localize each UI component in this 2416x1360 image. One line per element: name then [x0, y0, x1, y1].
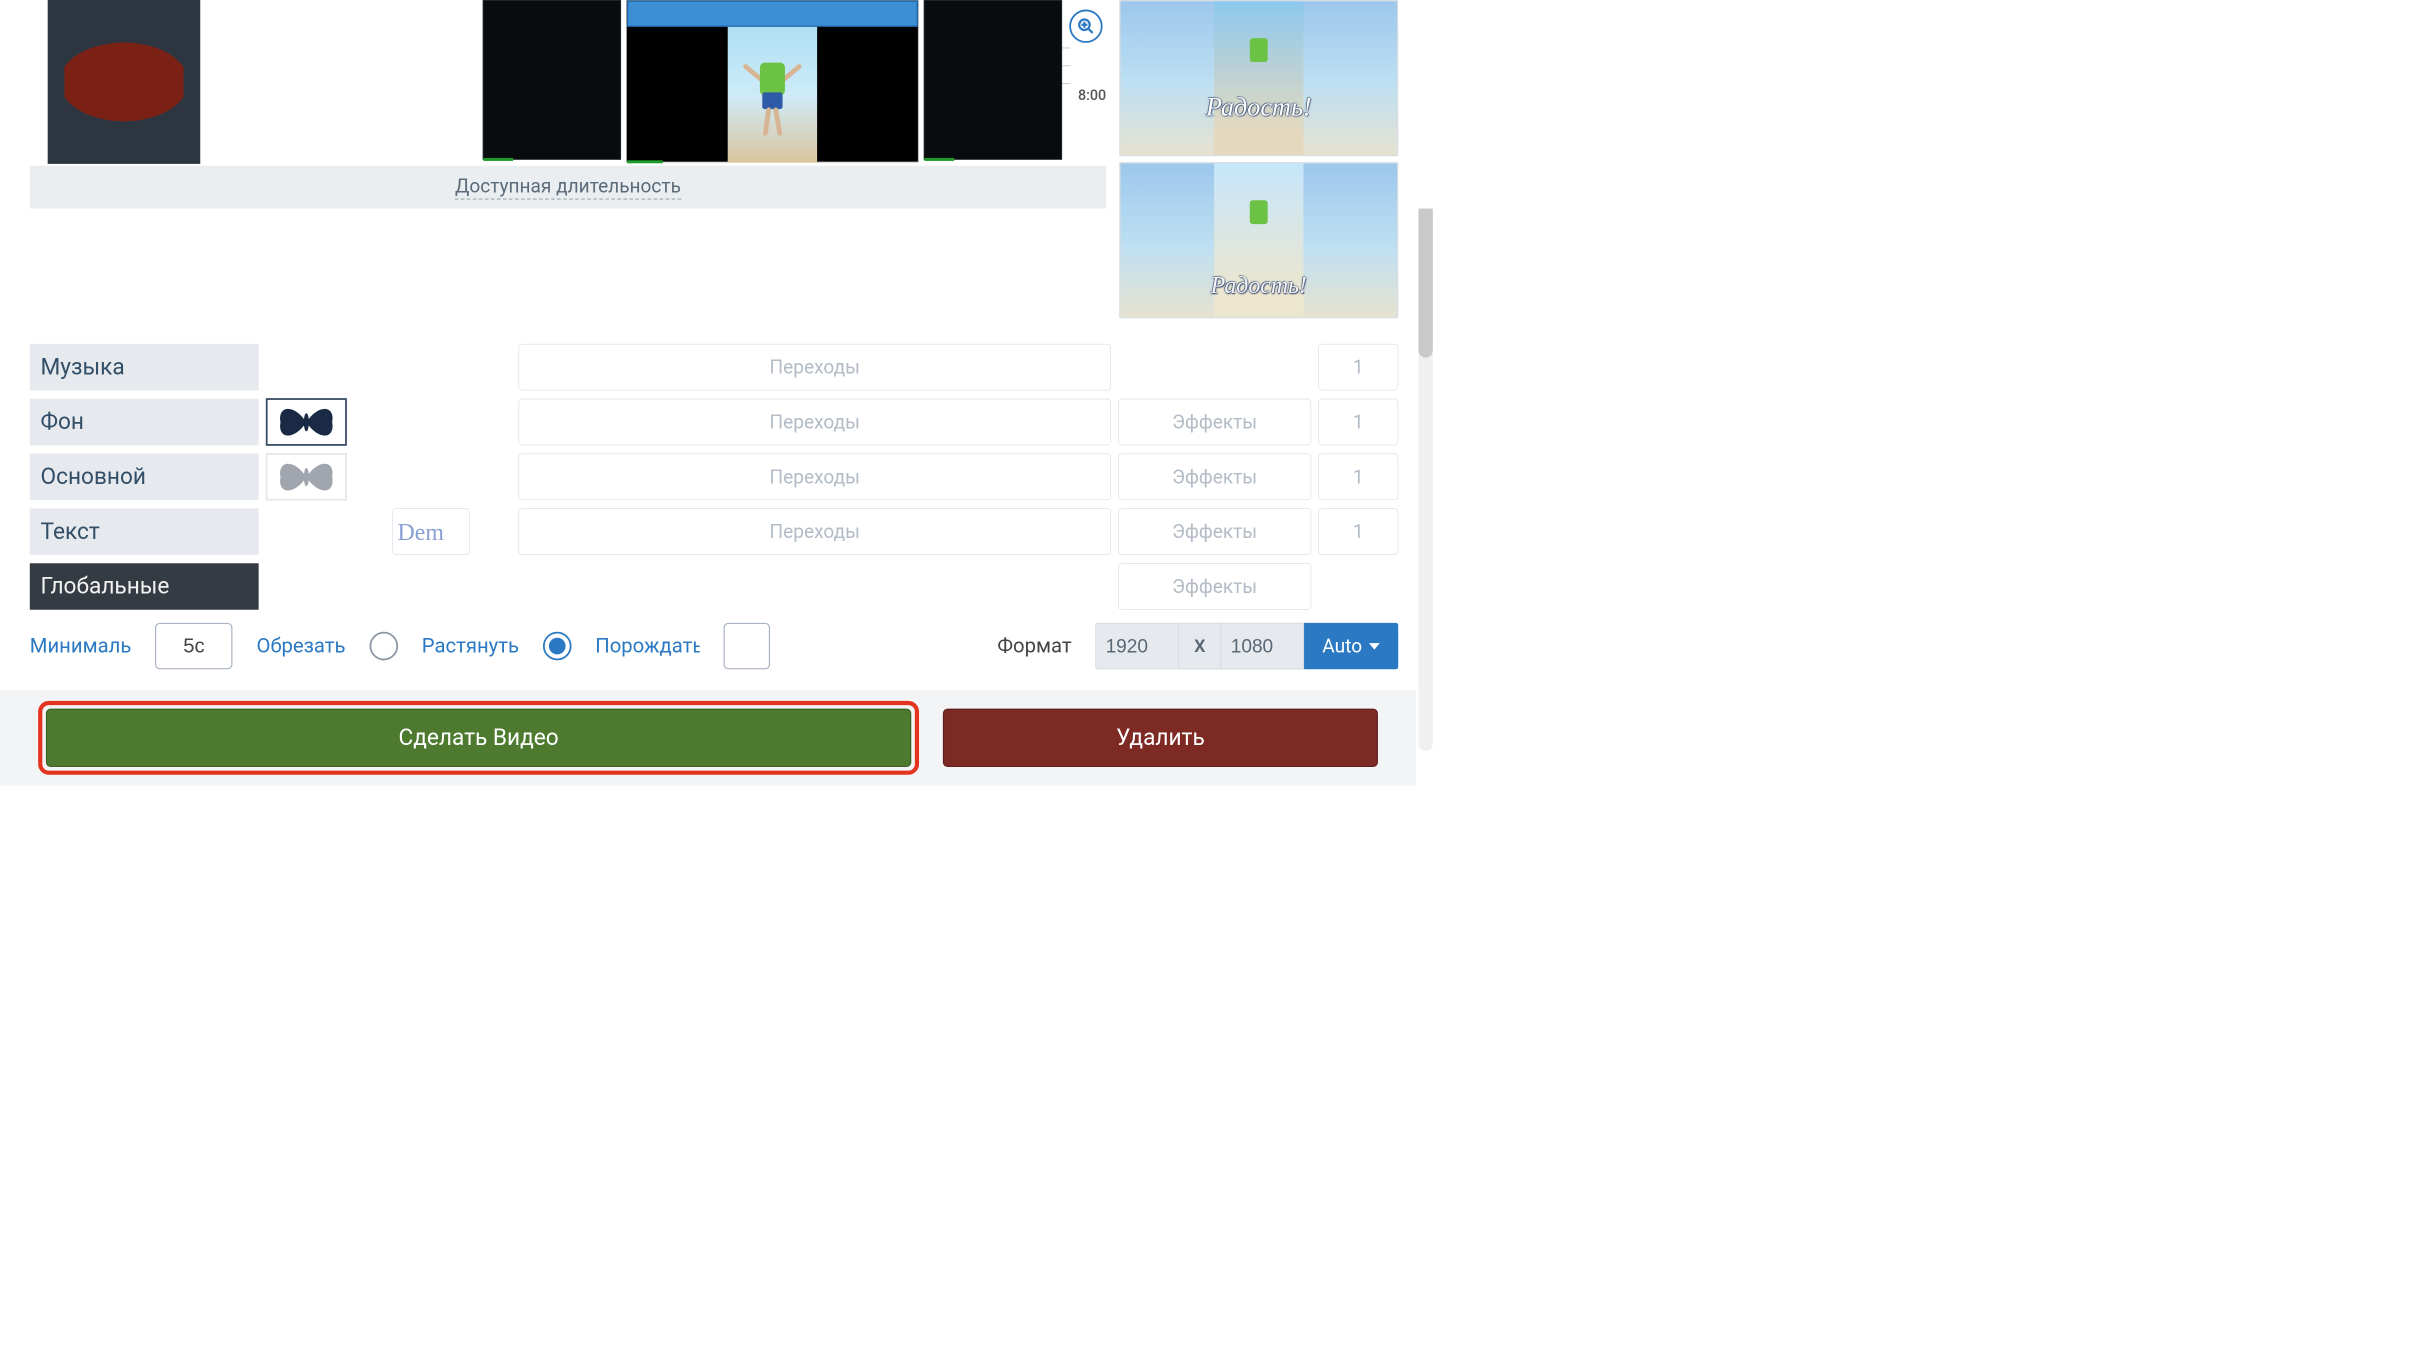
stretch-radio[interactable] — [543, 632, 572, 661]
zoom-in-button[interactable] — [1069, 10, 1102, 43]
format-height-input[interactable] — [1221, 623, 1304, 669]
transitions-button[interactable]: Переходы — [519, 508, 1111, 554]
preview-thumbnail-2[interactable]: Радость! — [1119, 162, 1398, 318]
time-ruler: 8:00 10:00 — [1058, 0, 1106, 185]
format-group: X Auto — [1095, 623, 1398, 669]
preview-thumbnail-1[interactable]: Радость! — [1119, 0, 1398, 156]
action-bar: Сделать Видео Удалить — [0, 690, 1416, 785]
layer-row-main: Основной Переходы Эффекты 1 — [30, 449, 1398, 504]
format-auto-dropdown[interactable]: Auto — [1304, 623, 1398, 669]
audio-waveform-clip[interactable] — [48, 0, 201, 164]
clip-image — [728, 27, 817, 163]
transitions-button[interactable]: Переходы — [519, 399, 1111, 445]
layer-row-text: Текст Dem Переходы Эффекты 1 — [30, 504, 1398, 559]
layer-label-main[interactable]: Основной — [30, 454, 259, 500]
layer-label-global[interactable]: Глобальные — [30, 563, 259, 609]
transitions-button[interactable]: Переходы — [519, 454, 1111, 500]
clip-left-pad[interactable] — [483, 0, 621, 160]
format-auto-label: Auto — [1322, 635, 1362, 658]
available-duration-link[interactable]: Доступная длительность — [455, 175, 681, 200]
layer-count: 1 — [1318, 399, 1398, 445]
min-duration-input[interactable] — [155, 623, 232, 669]
effects-button[interactable]: Эффекты — [1118, 563, 1311, 609]
zoom-in-icon — [1077, 17, 1095, 35]
video-clip-preview[interactable] — [626, 0, 918, 162]
video-clip-group — [483, 0, 1062, 164]
main-thumb[interactable] — [266, 453, 347, 501]
layer-row-background: Фон Переходы Эффекты 1 — [30, 395, 1398, 450]
layer-count: 1 — [1318, 454, 1398, 500]
layer-row-music: Музыка Переходы 1 — [30, 340, 1398, 395]
crop-label: Обрезать — [257, 634, 346, 658]
thumbnail-overlay-text: Радость! — [1120, 271, 1397, 299]
format-width-input[interactable] — [1095, 623, 1178, 669]
layer-label-background[interactable]: Фон — [30, 399, 259, 445]
clip-selection-bar[interactable] — [627, 1, 918, 27]
wait-checkbox[interactable] — [723, 623, 769, 669]
format-x: X — [1179, 623, 1221, 669]
time-tick-8: 8:00 — [1078, 87, 1106, 104]
layer-count: 1 — [1318, 508, 1398, 554]
make-video-button[interactable]: Сделать Видео — [46, 709, 911, 767]
caret-down-icon — [1369, 643, 1380, 650]
crop-radio[interactable] — [369, 632, 398, 661]
background-thumb[interactable] — [266, 398, 347, 446]
clip-right-pad[interactable] — [924, 0, 1062, 160]
delete-button[interactable]: Удалить — [943, 709, 1378, 767]
butterfly-icon — [274, 403, 340, 442]
stretch-label: Растянуть — [422, 634, 519, 658]
effects-button[interactable]: Эффекты — [1118, 508, 1311, 554]
layer-count: 1 — [1318, 344, 1398, 390]
effects-button[interactable]: Эффекты — [1118, 454, 1311, 500]
transitions-button[interactable]: Переходы — [519, 344, 1111, 390]
layer-label-music[interactable]: Музыка — [30, 344, 259, 390]
thumbnail-overlay-text: Радость! — [1120, 92, 1397, 122]
butterfly-icon — [274, 457, 340, 496]
layer-label-text[interactable]: Текст — [30, 508, 259, 554]
text-thumb[interactable]: Dem — [392, 508, 469, 554]
wait-label: Порождать — [595, 634, 699, 658]
effects-button[interactable]: Эффекты — [1118, 399, 1311, 445]
layer-row-global: Глобальные Эффекты — [30, 559, 1398, 614]
layers-panel: Музыка Переходы 1 Фон Переходы Эффекты 1… — [30, 340, 1398, 614]
format-label: Формат — [997, 634, 1071, 658]
make-video-highlight: Сделать Видео — [38, 701, 919, 775]
available-duration-bar: Доступная длительность — [30, 166, 1106, 209]
options-row: Минималь Обрезать Растянуть Порождать Фо… — [30, 623, 1398, 669]
min-label: Минималь — [30, 634, 132, 658]
